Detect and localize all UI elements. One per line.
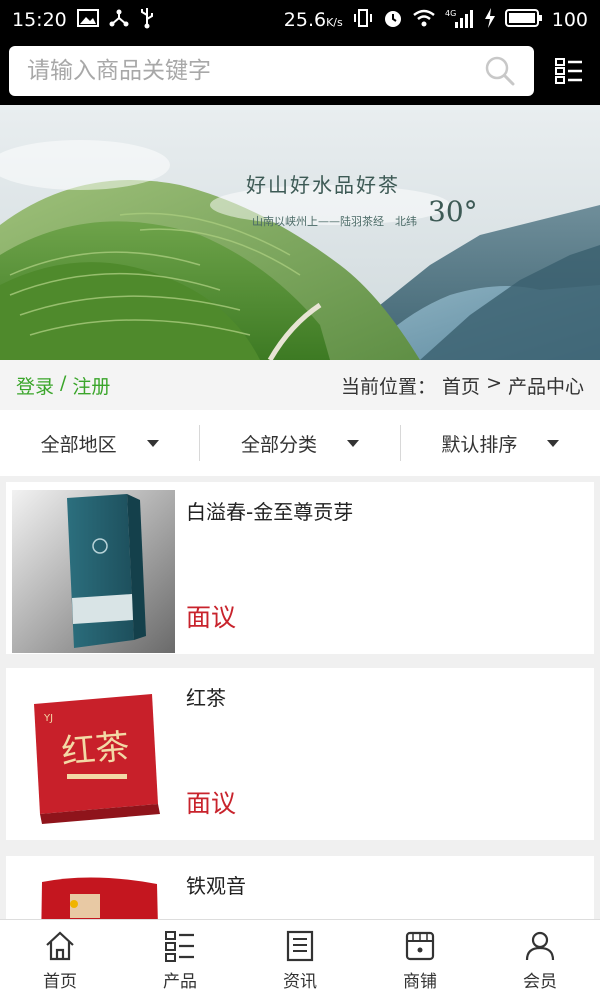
product-price: 面议 <box>186 603 237 632</box>
search-icon[interactable] <box>480 51 520 91</box>
search-input[interactable] <box>27 58 480 84</box>
account-separator: / <box>60 371 67 394</box>
alarm-icon <box>383 8 403 33</box>
caret-down-icon <box>347 439 359 447</box>
caret-down-icon <box>146 439 159 447</box>
search-header <box>0 40 600 105</box>
share-icon <box>109 8 129 33</box>
product-card[interactable]: 红茶 YJ 红茶 面议 <box>6 668 594 840</box>
charging-icon <box>484 7 496 33</box>
product-list-icon <box>165 930 194 962</box>
breadcrumb: 当前位置： 首页 > 产品中心 <box>341 372 584 399</box>
image-icon <box>76 8 99 32</box>
bottom-navigation: 首页 产品 资讯 商铺 会员 <box>0 919 600 1000</box>
network-speed-unit: K/s <box>326 16 343 29</box>
vibrate-icon <box>352 8 374 33</box>
svg-text:YJ: YJ <box>43 713 53 724</box>
nav-shop[interactable]: 商铺 <box>360 920 480 1000</box>
menu-icon[interactable] <box>554 56 584 86</box>
product-name: 白溢春-金至尊贡芽 <box>186 500 354 524</box>
product-price: 面议 <box>186 789 237 818</box>
product-image: 红茶 YJ <box>12 676 175 839</box>
nav-products[interactable]: 产品 <box>120 920 240 1000</box>
filter-region-label: 全部地区 <box>40 433 117 456</box>
filter-sort-label: 默认排序 <box>441 433 518 456</box>
breadcrumb-separator: > <box>486 371 502 394</box>
caret-down-icon <box>547 439 560 447</box>
network-speed: 25.6 <box>283 9 327 31</box>
banner-latitude: 30° <box>428 195 478 228</box>
signal-icon: 4G <box>445 8 475 33</box>
login-link[interactable]: 登录 <box>16 372 54 399</box>
status-time: 15:20 <box>12 9 67 31</box>
breadcrumb-current: 产品中心 <box>507 375 584 398</box>
product-card[interactable]: 白溢春-金至尊贡芽 面议 <box>6 482 594 654</box>
news-icon <box>286 930 314 961</box>
nav-member[interactable]: 会员 <box>480 920 600 1000</box>
filter-category-label: 全部分类 <box>240 433 317 456</box>
nav-home[interactable]: 首页 <box>0 920 120 1000</box>
nav-news[interactable]: 资讯 <box>240 920 360 1000</box>
network-type: 4G <box>445 9 456 18</box>
home-icon <box>46 931 74 960</box>
member-icon <box>525 931 555 960</box>
filter-bar: 全部地区 全部分类 默认排序 <box>0 410 600 476</box>
filter-category[interactable]: 全部分类 <box>199 425 399 461</box>
product-image <box>12 490 175 653</box>
account-links: 登录 / 注册 <box>16 372 110 399</box>
status-bar: 15:20 25.6K/s 4G 100 <box>0 0 600 40</box>
shop-icon <box>405 931 435 960</box>
filter-region[interactable]: 全部地区 <box>0 425 199 461</box>
product-image <box>12 864 175 919</box>
usb-icon <box>139 7 155 34</box>
nav-products-label: 产品 <box>163 971 197 992</box>
breadcrumb-home[interactable]: 首页 <box>442 372 480 399</box>
wifi-icon <box>412 8 436 33</box>
banner-subtitle: 山南以峡州上——陆羽茶经 北纬 <box>252 215 417 228</box>
banner-title: 好山好水品好茶 <box>246 173 400 197</box>
product-list: 白溢春-金至尊贡芽 面议 红茶 YJ 红茶 面议 铁观音 <box>0 476 600 919</box>
breadcrumb-prefix: 当前位置： <box>341 375 437 398</box>
product-card[interactable]: 铁观音 <box>6 856 594 919</box>
nav-news-label: 资讯 <box>283 971 317 992</box>
svg-text:红茶: 红茶 <box>60 727 131 773</box>
register-link[interactable]: 注册 <box>72 372 110 399</box>
nav-home-label: 首页 <box>43 971 77 992</box>
battery-level: 100 <box>551 9 588 31</box>
filter-sort[interactable]: 默认排序 <box>399 425 600 461</box>
battery-icon <box>504 8 543 33</box>
product-name: 铁观音 <box>186 874 246 898</box>
product-name: 红茶 <box>186 686 226 710</box>
hero-banner[interactable]: 好山好水品好茶 山南以峡州上——陆羽茶经 北纬 30° <box>0 105 600 360</box>
banner-tea-plantation-image <box>0 105 600 360</box>
account-breadcrumb-row: 登录 / 注册 当前位置： 首页 > 产品中心 <box>0 360 600 410</box>
nav-shop-label: 商铺 <box>403 971 437 992</box>
nav-member-label: 会员 <box>523 971 557 992</box>
search-box[interactable] <box>9 46 534 96</box>
